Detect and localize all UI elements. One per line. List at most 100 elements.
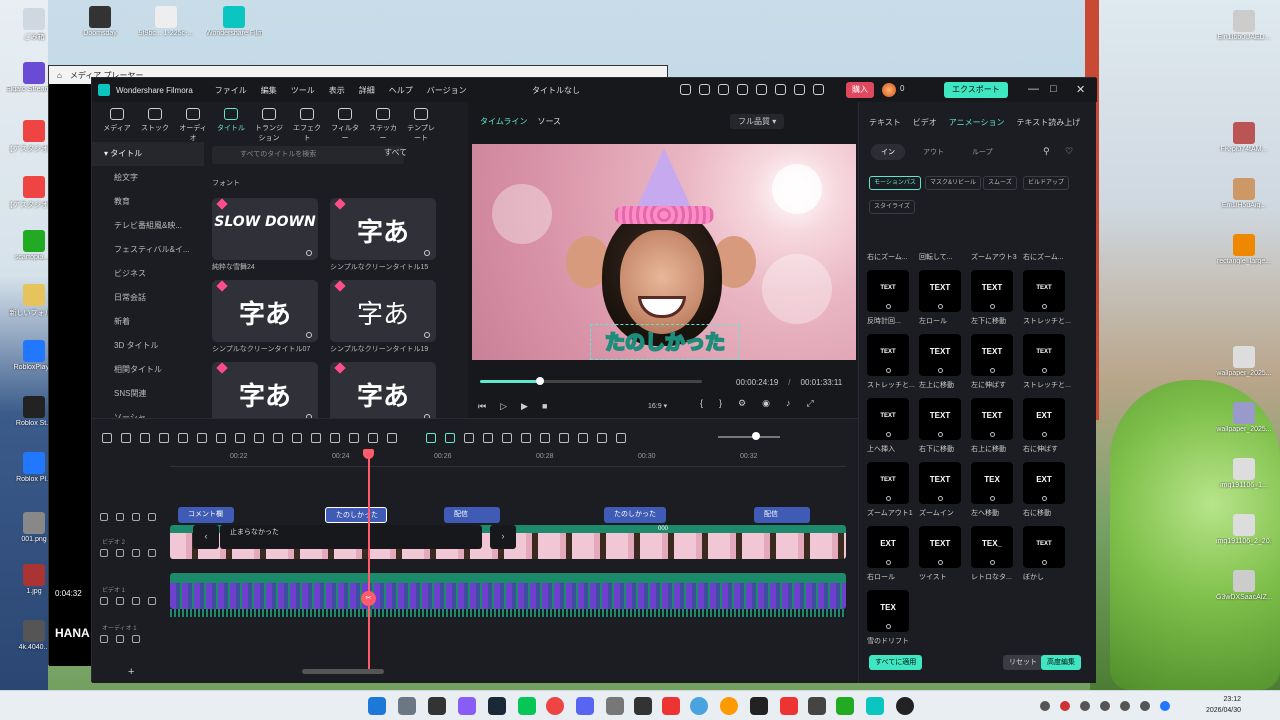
chrome-icon[interactable] <box>546 697 564 715</box>
download-icon[interactable] <box>886 432 891 437</box>
animation-preset[interactable]: TEXT <box>1023 270 1065 312</box>
discord-icon[interactable] <box>576 697 594 715</box>
quality-dropdown[interactable]: フル品質 ▾ <box>730 114 785 129</box>
app-icon[interactable] <box>836 697 854 715</box>
desktop-icon[interactable]: img191106_1... <box>1216 458 1272 489</box>
download-icon[interactable] <box>938 432 943 437</box>
category-item[interactable]: 3D タイトル <box>92 334 204 358</box>
timeline-zoom-slider[interactable] <box>718 436 780 438</box>
preview-scrubber[interactable] <box>480 377 702 385</box>
toolbar-filter[interactable]: フィルター <box>328 102 362 142</box>
download-icon[interactable] <box>990 304 995 309</box>
app-icon[interactable] <box>662 697 680 715</box>
title-template-tile[interactable]: 字あ <box>212 362 318 424</box>
category-item[interactable]: フェスティバル&イ... <box>92 238 204 262</box>
auto-ripple-icon[interactable] <box>426 433 436 443</box>
gift-icon[interactable] <box>680 84 691 95</box>
animation-preset[interactable]: TEXT <box>971 398 1013 440</box>
animation-preset[interactable]: TEXT <box>1023 526 1065 568</box>
download-icon[interactable] <box>990 560 995 565</box>
timeline-ruler[interactable]: 00:22 00:24 00:26 00:28 00:30 00:32 <box>170 451 846 467</box>
playhead[interactable] <box>368 453 370 673</box>
lock-icon[interactable] <box>100 513 108 521</box>
minimize-icon[interactable]: — <box>1028 83 1039 95</box>
tray-icon[interactable] <box>1080 701 1090 711</box>
chip-build-up[interactable]: ビルドアップ <box>1023 176 1070 190</box>
app-icon[interactable] <box>780 697 798 715</box>
zoom-out-icon[interactable] <box>616 433 626 443</box>
filter-icon[interactable]: ⚲ <box>1043 146 1050 157</box>
desktop-icon[interactable]: Eni1lH5uAig... <box>1216 178 1272 209</box>
animation-preset[interactable]: TEX <box>971 462 1013 504</box>
title-template-tile[interactable]: 字あ <box>330 362 436 424</box>
download-icon[interactable] <box>306 332 312 338</box>
redo-icon[interactable] <box>159 433 169 443</box>
play-icon[interactable]: ▷ <box>500 401 507 412</box>
settings-icon[interactable]: ⚙ <box>738 398 746 409</box>
wifi-icon[interactable] <box>1120 701 1130 711</box>
animation-preset[interactable]: EXT <box>867 526 909 568</box>
desktop-icon[interactable]: img191106_2_20... <box>1216 514 1272 545</box>
desktop-icon[interactable]: wallpaper_2025... <box>1216 346 1272 377</box>
menu-view[interactable]: 表示 <box>329 85 345 96</box>
subtab-loop[interactable]: ループ <box>962 144 1003 160</box>
title-template-tile[interactable]: 字あ <box>330 280 436 342</box>
task-view-icon[interactable] <box>428 697 446 715</box>
animation-preset[interactable]: TEXT <box>919 270 961 312</box>
filmora-taskbar-icon[interactable] <box>866 697 884 715</box>
volume-icon[interactable] <box>1140 701 1150 711</box>
apply-all-button[interactable]: すべてに適用 <box>869 655 923 670</box>
start-icon[interactable] <box>368 697 386 715</box>
filter-dropdown[interactable]: すべて <box>384 147 407 158</box>
app-icon[interactable] <box>634 697 652 715</box>
category-item[interactable]: 絵文字 <box>92 166 204 190</box>
export-button[interactable]: エクスポート <box>944 82 1008 98</box>
download-icon[interactable] <box>938 496 943 501</box>
tab-text[interactable]: テキスト <box>869 117 901 128</box>
download-icon[interactable] <box>424 332 430 338</box>
undo-icon[interactable] <box>140 433 150 443</box>
app-icon[interactable] <box>720 697 738 715</box>
menu-help[interactable]: ヘルプ <box>389 85 413 96</box>
lock-icon[interactable] <box>100 635 108 643</box>
text-icon[interactable] <box>216 433 226 443</box>
home-icon[interactable]: ⌂ <box>57 71 62 80</box>
title-clip[interactable]: 配信 <box>444 507 500 523</box>
download-icon[interactable] <box>886 496 891 501</box>
app-icon[interactable] <box>808 697 826 715</box>
steam-icon[interactable] <box>488 697 506 715</box>
audio-waveform[interactable] <box>170 609 846 617</box>
animation-preset[interactable]: TEXT <box>919 334 961 376</box>
app-icon[interactable] <box>690 697 708 715</box>
title-template-tile[interactable]: SLOW DOWN <box>212 198 318 260</box>
desktop-icon[interactable]: rectangle_large... <box>1216 234 1272 265</box>
download-icon[interactable] <box>990 368 995 373</box>
chip-smooth[interactable]: スムーズ <box>983 176 1017 190</box>
title-template-tile[interactable]: 字あ <box>212 280 318 342</box>
toolbar-title[interactable]: タイトル <box>214 102 248 142</box>
media-player-taskbar-icon[interactable] <box>896 697 914 715</box>
tray-icon[interactable] <box>1160 701 1170 711</box>
tab-timeline[interactable]: タイムライン <box>480 116 527 127</box>
more-icon[interactable] <box>387 433 397 443</box>
download-icon[interactable] <box>306 250 312 256</box>
animation-preset[interactable]: TEXT <box>971 270 1013 312</box>
title-clip-selected[interactable]: たのしかった <box>325 507 387 523</box>
tab-source[interactable]: ソース <box>537 116 561 127</box>
download-icon[interactable] <box>886 560 891 565</box>
menu-file[interactable]: ファイル <box>215 85 247 96</box>
link-icon[interactable] <box>132 513 140 521</box>
subtab-in[interactable]: イン <box>871 144 905 160</box>
toolbar-sticker[interactable]: ステッカー <box>366 102 400 142</box>
download-icon[interactable] <box>938 560 943 565</box>
download-icon[interactable] <box>938 368 943 373</box>
desktop-icon[interactable]: Wondershare Filmora 15 <box>206 6 262 37</box>
animation-preset[interactable]: TEXT <box>867 270 909 312</box>
animation-preset[interactable]: EXT <box>1023 398 1065 440</box>
scrubber-handle[interactable] <box>535 377 544 385</box>
subtitle-icon[interactable] <box>578 433 588 443</box>
title-template-tile[interactable]: 字あ <box>330 198 436 260</box>
desktop-icon[interactable]: Eln1Ibb0UAED... <box>1216 10 1272 41</box>
tab-text-to-speech[interactable]: テキスト読み上げ <box>1016 117 1080 128</box>
animation-preset[interactable]: TEXT <box>919 526 961 568</box>
